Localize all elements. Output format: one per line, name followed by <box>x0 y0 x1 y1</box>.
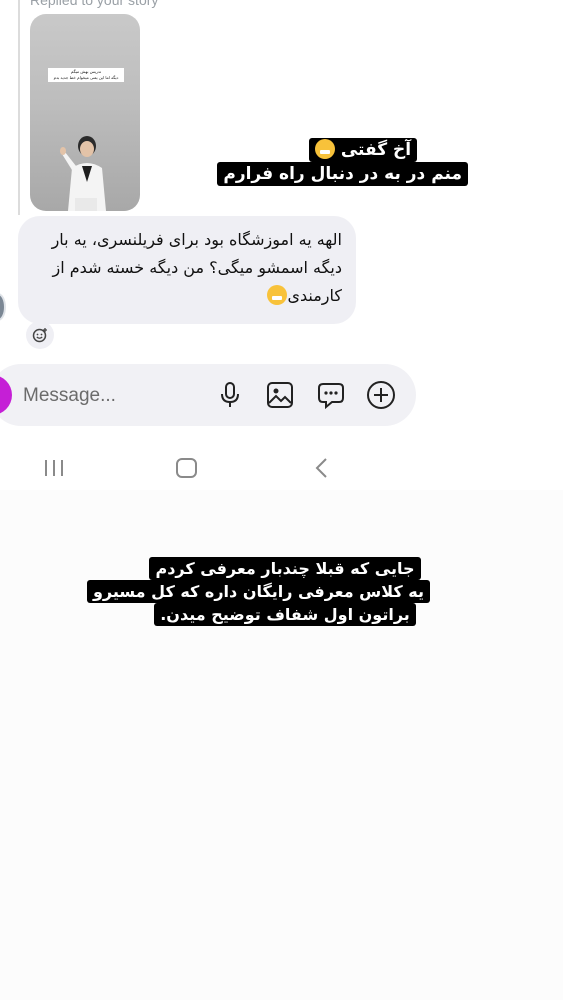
reply-indicator-line <box>18 0 20 215</box>
add-reaction-button[interactable] <box>26 321 54 349</box>
system-navigation-bar <box>0 448 563 488</box>
overlay-top-line2: منم در به در دنبال راه فرارم <box>217 162 468 186</box>
sticker-button[interactable] <box>315 379 347 411</box>
story-caption: تدریس بهش میگم دیگه اما این یعنی میخوام … <box>48 68 124 82</box>
laughing-emoji-icon <box>314 139 335 159</box>
sticker-icon <box>318 383 344 409</box>
story-overlay-text: جایی که قبلا چندبار معرفی کردم یه کلاس م… <box>86 557 430 626</box>
plus-circle-icon <box>367 381 395 409</box>
story-caption-line2: دیگه اما این یعنی میخوام خط جدید بدم <box>53 75 119 80</box>
message-input[interactable] <box>23 383 203 409</box>
message-line3: کارمندی <box>32 282 342 310</box>
overlay-bottom-line3: براتون اول شفاف توضیح میدن. <box>154 603 416 626</box>
replied-to-story-label: Replied to your story <box>30 0 159 8</box>
message-bubble[interactable]: الهه یه اموزشگاه بود برای فریلنسری، یه ب… <box>18 216 356 324</box>
sender-avatar[interactable] <box>0 293 6 321</box>
microphone-icon <box>221 382 239 407</box>
message-line1: الهه یه اموزشگاه بود برای فریلنسری، یه ب… <box>51 230 342 249</box>
screen: Replied to your story تدریس بهش میگم دیگ… <box>0 0 563 1000</box>
home-button[interactable] <box>176 458 197 478</box>
gallery-button[interactable] <box>264 379 296 411</box>
add-attachment-button[interactable] <box>365 379 397 411</box>
back-chevron-icon[interactable] <box>314 457 328 479</box>
gallery-icon <box>267 382 293 408</box>
overlay-bottom-line1: جایی که قبلا چندبار معرفی کردم <box>149 557 421 580</box>
microphone-button[interactable] <box>214 379 246 411</box>
emoji-reaction-icon <box>32 328 47 343</box>
message-line2: دیگه اسمشو میگی؟ من دیگه خسته شدم از <box>52 258 343 277</box>
recent-apps-icon[interactable] <box>42 459 66 477</box>
story-thumbnail[interactable]: تدریس بهش میگم دیگه اما این یعنی میخوام … <box>30 14 140 211</box>
story-reply-overlay-text: آخ گفتی منم در به در دنبال راه فرارم <box>217 138 468 186</box>
person-figure-icon <box>60 136 106 211</box>
overlay-bottom-line2: یه کلاس معرفی رایگان داره که کل مسیرو <box>86 580 430 603</box>
overlay-top-line1: آخ گفتی <box>308 138 418 162</box>
grimacing-emoji-icon <box>267 285 288 305</box>
